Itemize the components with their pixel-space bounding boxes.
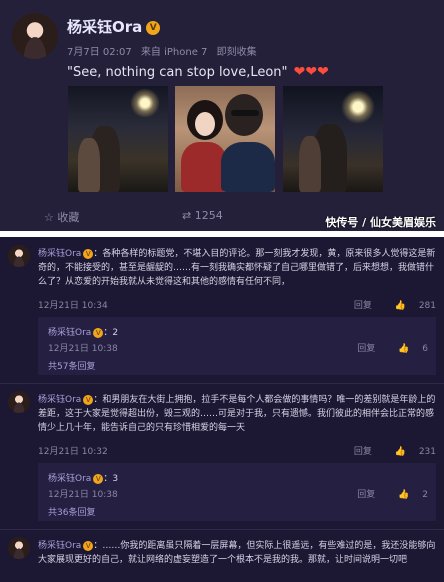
like-button[interactable]: 👍 281 xyxy=(385,301,436,311)
favorite-button[interactable]: ☆ 收藏 xyxy=(44,209,79,225)
comment-time: 12月21日 10:32 xyxy=(38,447,108,457)
reply-actions: 回复 👍 2 xyxy=(347,487,428,500)
divider xyxy=(0,383,444,384)
reply-button[interactable]: 回复 xyxy=(354,301,372,311)
star-icon: ☆ xyxy=(44,211,54,224)
avatar[interactable] xyxy=(12,13,58,59)
comment-list: 杨采钰Ora V ：各种各样的标题党，不堪入目的评论。那一刻我才发现，黄，原来很多人… xyxy=(0,237,444,582)
post-date: 7月7日 02:07 xyxy=(67,47,132,58)
comment-author[interactable]: 杨采钰Ora xyxy=(38,541,81,551)
reply-time: 12月21日 10:38 xyxy=(48,490,118,500)
post-text: "See, nothing can stop love,Leon" ❤❤❤ xyxy=(67,64,329,80)
comment-author[interactable]: 杨采钰Ora xyxy=(38,249,81,259)
comment-item: 杨采钰Ora V ：各种各样的标题党，不堪入目的评论。那一刻我才发现，黄，原来很多人… xyxy=(0,245,444,375)
comment-text: 杨采钰Ora V ：和男朋友在大街上拥抱，拉手不是每个人都会做的事情吗？唯一的差别就… xyxy=(38,394,436,433)
thumbs-up-icon: 👍 xyxy=(394,447,406,457)
reply-box: 杨采钰Ora V ：2 12月21日 10:38 回复 👍 6 共57条回复 xyxy=(38,317,436,375)
post-photo-1[interactable] xyxy=(68,86,168,192)
post-photo-2[interactable] xyxy=(175,86,275,192)
verified-badge-icon: V xyxy=(146,20,161,35)
reply-box: 杨采钰Ora V ：3 12月21日 10:38 回复 👍 2 共36条回复 xyxy=(38,463,436,521)
avatar[interactable] xyxy=(8,245,30,267)
comment-actions: 回复 👍 231 xyxy=(344,444,436,457)
repost-button[interactable]: ⇄ 1254 xyxy=(182,209,223,222)
verified-badge-icon: V xyxy=(93,327,104,338)
like-button[interactable]: 👍 6 xyxy=(388,344,428,354)
reply-text: 杨采钰Ora V ：3 xyxy=(48,473,119,484)
comment-item: 杨采钰Ora V ：……你我的距离虽只隔着一层屏幕，但实际上很遥远，有些难过的是，我… xyxy=(0,537,444,582)
reply-actions: 回复 👍 6 xyxy=(347,341,428,354)
repost-icon: ⇄ xyxy=(182,209,192,222)
comment-author[interactable]: 杨采钰Ora xyxy=(38,395,81,405)
comment-text: 杨采钰Ora V ：各种各样的标题党，不堪入目的评论。那一刻我才发现，黄，原来很多人… xyxy=(38,248,436,287)
thumbs-up-icon: 👍 xyxy=(398,490,410,500)
like-button[interactable]: 👍 2 xyxy=(388,490,428,500)
verified-badge-icon: V xyxy=(93,473,104,484)
reply-button[interactable]: 回复 xyxy=(357,344,375,354)
avatar[interactable] xyxy=(8,537,30,559)
reply-time: 12月21日 10:38 xyxy=(48,344,118,354)
reply-text: 杨采钰Ora V ：2 xyxy=(48,327,119,338)
weibo-post: 杨采钰Ora V 7月7日 02:07 来自 iPhone 7 即刻收集 "See… xyxy=(0,0,444,231)
verified-badge-icon: V xyxy=(83,394,94,405)
thumbs-up-icon: 👍 xyxy=(394,301,406,311)
comment-text: 杨采钰Ora V ：……你我的距离虽只隔着一层屏幕，但实际上很遥远，有些难过的是，我… xyxy=(38,540,436,565)
post-source: 来自 iPhone 7 xyxy=(140,47,208,58)
divider xyxy=(0,529,444,530)
verified-badge-icon: V xyxy=(83,540,94,551)
post-meta: 7月7日 02:07 来自 iPhone 7 即刻收集 xyxy=(67,43,263,58)
post-edited[interactable]: 即刻收集 xyxy=(217,47,257,58)
more-replies-link[interactable]: 共36条回复 xyxy=(48,505,95,518)
avatar[interactable] xyxy=(8,391,30,413)
post-author[interactable]: 杨采钰Ora V xyxy=(67,16,161,37)
watermark: 快传号 / 仙女美眉娱乐 xyxy=(325,216,436,229)
reply-button[interactable]: 回复 xyxy=(357,490,375,500)
reply-button[interactable]: 回复 xyxy=(354,447,372,457)
heart-icons: ❤❤❤ xyxy=(293,64,329,80)
like-button[interactable]: 👍 231 xyxy=(385,447,436,457)
comment-item: 杨采钰Ora V ：和男朋友在大街上拥抱，拉手不是每个人都会做的事情吗？唯一的差别就… xyxy=(0,391,444,521)
comment-time: 12月21日 10:34 xyxy=(38,301,108,311)
comment-actions: 回复 👍 281 xyxy=(344,298,436,311)
thumbs-up-icon: 👍 xyxy=(398,344,410,354)
verified-badge-icon: V xyxy=(83,248,94,259)
post-photo-3[interactable] xyxy=(283,86,383,192)
more-replies-link[interactable]: 共57条回复 xyxy=(48,359,95,372)
